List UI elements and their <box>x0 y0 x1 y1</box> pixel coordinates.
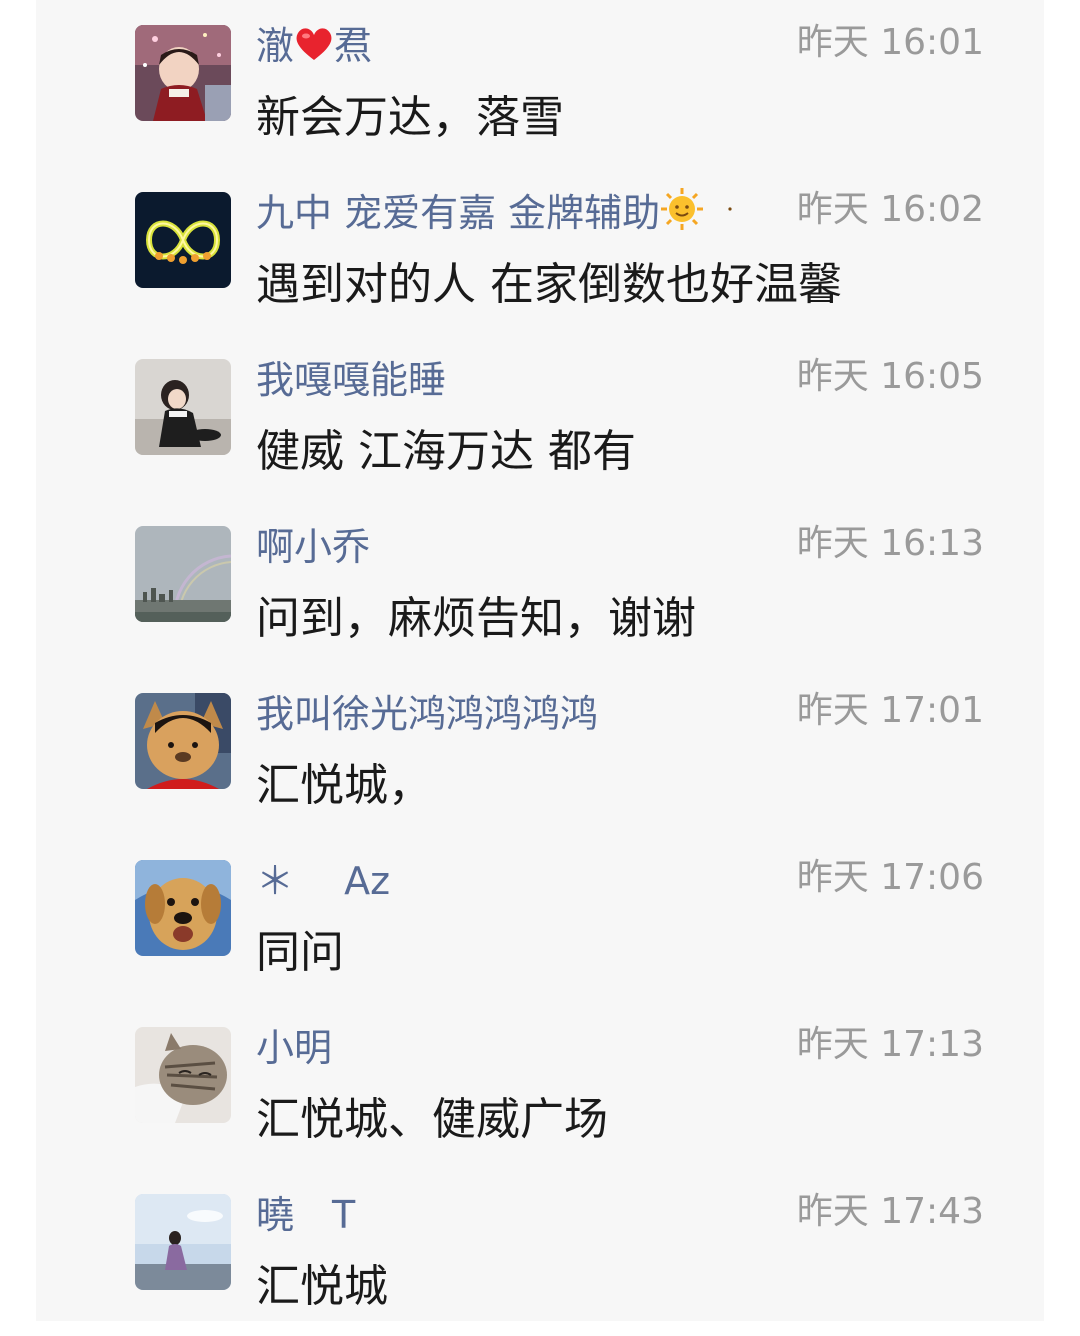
comment-item: 啊小乔 昨天 16:13 问到，麻烦告知，谢谢 <box>36 501 1044 668</box>
avatar[interactable] <box>135 359 231 455</box>
avatar[interactable] <box>135 192 231 288</box>
comment-time: 昨天 17:06 <box>796 857 984 898</box>
comment-item: 我嘎嘎能睡 昨天 16:05 健威 江海万达 都有 <box>36 334 1044 501</box>
avatar[interactable] <box>135 1027 231 1123</box>
comment-item: 曉 T 昨天 17:43 汇悦城 <box>36 1169 1044 1336</box>
comment-text: 汇悦城 <box>256 1261 388 1312</box>
comment-time: 昨天 16:02 <box>796 189 984 230</box>
avatar[interactable] <box>135 25 231 121</box>
comment-time: 昨天 17:43 <box>796 1191 984 1232</box>
author-name-part: 澈 <box>256 24 295 68</box>
sun-face-emoji <box>660 187 704 244</box>
avatar[interactable] <box>135 526 231 622</box>
avatar[interactable] <box>135 1194 231 1290</box>
comment-text: 新会万达，落雪 <box>256 92 564 143</box>
author-name-text: 九中 宠爱有嘉 金牌辅助 <box>256 191 661 235</box>
comment-author[interactable]: 九中 宠爱有嘉 金牌辅助 <box>256 187 744 244</box>
comment-author[interactable]: 曉 T <box>256 1189 355 1241</box>
comment-time: 昨天 17:01 <box>796 690 984 731</box>
comment-author[interactable]: 啊小乔 <box>256 521 370 573</box>
comment-time: 昨天 16:13 <box>796 523 984 564</box>
red-heart-emoji <box>294 23 334 75</box>
comment-author[interactable]: 澈焄 <box>256 20 372 75</box>
comment-item: 我叫徐光鸿鸿鸿鸿鸿 昨天 17:01 汇悦城， <box>36 668 1044 835</box>
comment-text: 健威 江海万达 都有 <box>256 426 636 477</box>
comment-text: 遇到对的人 在家倒数也好温馨 <box>256 259 842 310</box>
comment-item: ＊ Az 昨天 17:06 同问 <box>36 835 1044 1002</box>
comment-author[interactable]: 我叫徐光鸿鸿鸿鸿鸿 <box>256 688 598 740</box>
avatar[interactable] <box>135 860 231 956</box>
comments-panel: 澈焄 昨天 16:01 新会万达，落雪 九中 宠爱有嘉 金牌辅助 昨天 16:0… <box>36 0 1044 1321</box>
comment-text: 汇悦城， <box>256 760 432 811</box>
comment-time: 昨天 17:13 <box>796 1024 984 1065</box>
comment-text: 同问 <box>256 927 344 978</box>
comment-author[interactable]: 我嘎嘎能睡 <box>256 354 446 406</box>
comment-item: 澈焄 昨天 16:01 新会万达，落雪 <box>36 0 1044 167</box>
comment-time: 昨天 16:05 <box>796 356 984 397</box>
comment-author[interactable]: ＊ Az <box>256 855 390 907</box>
comment-time: 昨天 16:01 <box>796 22 984 63</box>
comment-author[interactable]: 小明 <box>256 1022 332 1074</box>
crescent-moon-emoji <box>710 187 744 244</box>
comment-text: 问到，麻烦告知，谢谢 <box>256 593 696 644</box>
avatar[interactable] <box>135 693 231 789</box>
author-name-part: 焄 <box>334 24 373 68</box>
comment-item: 小明 昨天 17:13 汇悦城、健威广场 <box>36 1002 1044 1169</box>
comment-text: 汇悦城、健威广场 <box>256 1094 608 1145</box>
comment-item: 九中 宠爱有嘉 金牌辅助 昨天 16:02 遇到对的人 在家倒数也好温馨 <box>36 167 1044 334</box>
